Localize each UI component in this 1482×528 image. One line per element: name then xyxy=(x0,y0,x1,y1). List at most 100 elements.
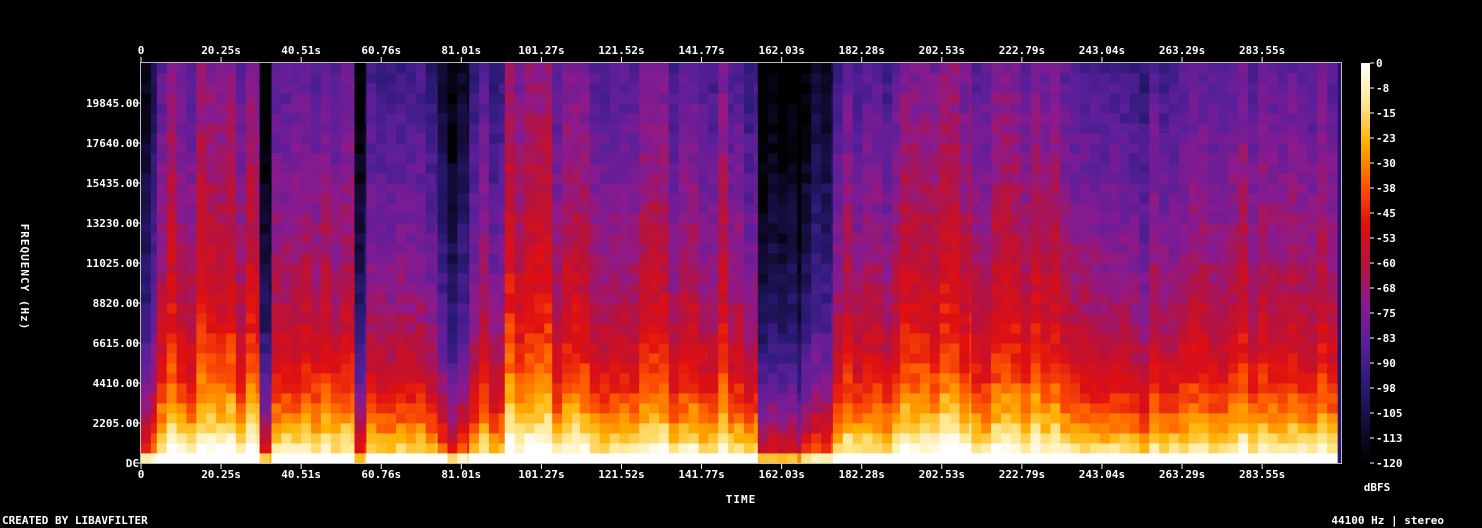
spectrogram-cell xyxy=(1188,223,1200,234)
spectrogram-cell xyxy=(718,403,729,414)
spectrogram-cell xyxy=(245,413,257,424)
spectrogram-cell xyxy=(949,83,961,94)
spectrogram-cell xyxy=(801,253,812,264)
spectrogram-cell xyxy=(718,303,729,314)
spectrogram-cell xyxy=(166,173,178,184)
spectrogram-cell xyxy=(447,83,458,94)
spectrogram-cell xyxy=(1089,393,1101,404)
spectrogram-cell xyxy=(366,403,377,414)
spectrogram-cell xyxy=(1010,423,1022,434)
y-tick-label: DC xyxy=(126,457,139,470)
spectrogram-cell xyxy=(842,233,854,244)
spectrogram-cell xyxy=(949,223,961,234)
spectrogram-cell xyxy=(649,113,660,124)
spectrogram-cell xyxy=(376,283,387,294)
spectrogram-cell xyxy=(186,243,197,254)
spectrogram-cell xyxy=(1228,73,1239,84)
spectrogram-cell xyxy=(235,453,247,464)
spectrogram-cell xyxy=(156,363,168,374)
spectrogram-cell xyxy=(271,303,282,314)
spectrogram-cell xyxy=(245,153,257,164)
spectrogram-cell xyxy=(447,103,458,114)
spectrogram-cell xyxy=(330,313,342,324)
spectrogram-cell xyxy=(301,403,312,414)
spectrogram-cell xyxy=(245,433,257,444)
spectrogram-cell xyxy=(599,383,611,394)
spectrogram-cell xyxy=(777,83,789,94)
spectrogram-cell xyxy=(405,83,417,94)
spectrogram-cell xyxy=(425,263,437,274)
spectrogram-cell xyxy=(405,73,417,84)
spectrogram-cell xyxy=(619,133,630,144)
spectrogram-cell xyxy=(1030,423,1042,434)
spectrogram-cell xyxy=(718,153,729,164)
spectrogram-cell xyxy=(1030,203,1042,214)
spectrogram-cell xyxy=(1099,433,1111,444)
spectrogram-cell xyxy=(959,93,970,104)
spectrogram-cell xyxy=(852,363,864,374)
spectrogram-cell xyxy=(1238,303,1249,314)
spectrogram-cell xyxy=(668,83,680,94)
spectrogram-cell xyxy=(1238,343,1249,354)
spectrogram-cell xyxy=(939,263,951,274)
spectrogram-cell xyxy=(852,233,864,244)
spectrogram-cell xyxy=(718,223,729,234)
spectrogram-cell xyxy=(469,343,480,354)
spectrogram-cell xyxy=(734,443,745,454)
spectrogram-cell xyxy=(1139,173,1150,184)
spectrogram-cell xyxy=(658,443,670,454)
spectrogram-cell xyxy=(1198,433,1210,444)
spectrogram-cell xyxy=(1050,83,1061,94)
spectrogram-cell xyxy=(271,113,282,124)
spectrogram-cell xyxy=(1238,223,1249,234)
spectrogram-cell xyxy=(919,213,931,224)
spectrogram-cell xyxy=(479,353,490,364)
spectrogram-cell xyxy=(832,343,844,354)
spectrogram-cell xyxy=(1099,233,1111,244)
spectrogram-cell xyxy=(1050,183,1061,194)
spectrogram-cell xyxy=(479,233,490,244)
spectrogram-cell xyxy=(176,433,188,444)
spectrogram-cell xyxy=(504,393,516,404)
spectrogram-cell xyxy=(1030,403,1042,414)
spectrogram-cell xyxy=(698,363,709,374)
spectrogram-cell xyxy=(1238,143,1249,154)
spectrogram-cell xyxy=(281,333,292,344)
spectrogram-cell xyxy=(469,443,480,454)
spectrogram-cell xyxy=(949,213,961,224)
spectrogram-cell xyxy=(376,313,387,324)
spectrogram-cell xyxy=(959,183,970,194)
spectrogram-cell xyxy=(929,183,941,194)
spectrogram-cell xyxy=(658,183,670,194)
spectrogram-cell xyxy=(688,343,700,354)
spectrogram-cell xyxy=(757,153,769,164)
spectrogram-cell xyxy=(981,333,992,344)
spectrogram-cell xyxy=(629,323,640,334)
spectrogram-cell xyxy=(354,173,365,184)
spectrogram-cell xyxy=(1030,173,1042,184)
spectrogram-cell xyxy=(1109,423,1121,434)
spectrogram-cell xyxy=(718,103,729,114)
spectrogram-cell xyxy=(552,93,563,104)
spectrogram-cell xyxy=(534,313,545,324)
spectrogram-cell xyxy=(629,263,640,274)
spectrogram-cell xyxy=(301,423,312,434)
spectrogram-cell xyxy=(562,273,573,284)
spectrogram-cell xyxy=(1010,273,1022,284)
spectrogram-cell xyxy=(206,93,217,104)
spectrogram-cell xyxy=(301,103,312,114)
spectrogram-cell xyxy=(668,263,680,274)
spectrogram-cell xyxy=(141,443,152,454)
spectrogram-cell xyxy=(396,303,407,314)
spectrogram-cell xyxy=(447,373,458,384)
spectrogram-cell xyxy=(196,133,207,144)
spectrogram-cell xyxy=(405,413,417,424)
spectrogram-cell xyxy=(320,353,332,364)
spectrogram-cell xyxy=(320,423,332,434)
spectrogram-cell xyxy=(1060,233,1071,244)
spectrogram-cell xyxy=(1119,333,1131,344)
spectrogram-cell xyxy=(971,273,982,284)
spectrogram-cell xyxy=(708,313,719,324)
spectrogram-cell xyxy=(1000,173,1012,184)
spectrogram-cell xyxy=(939,393,951,404)
